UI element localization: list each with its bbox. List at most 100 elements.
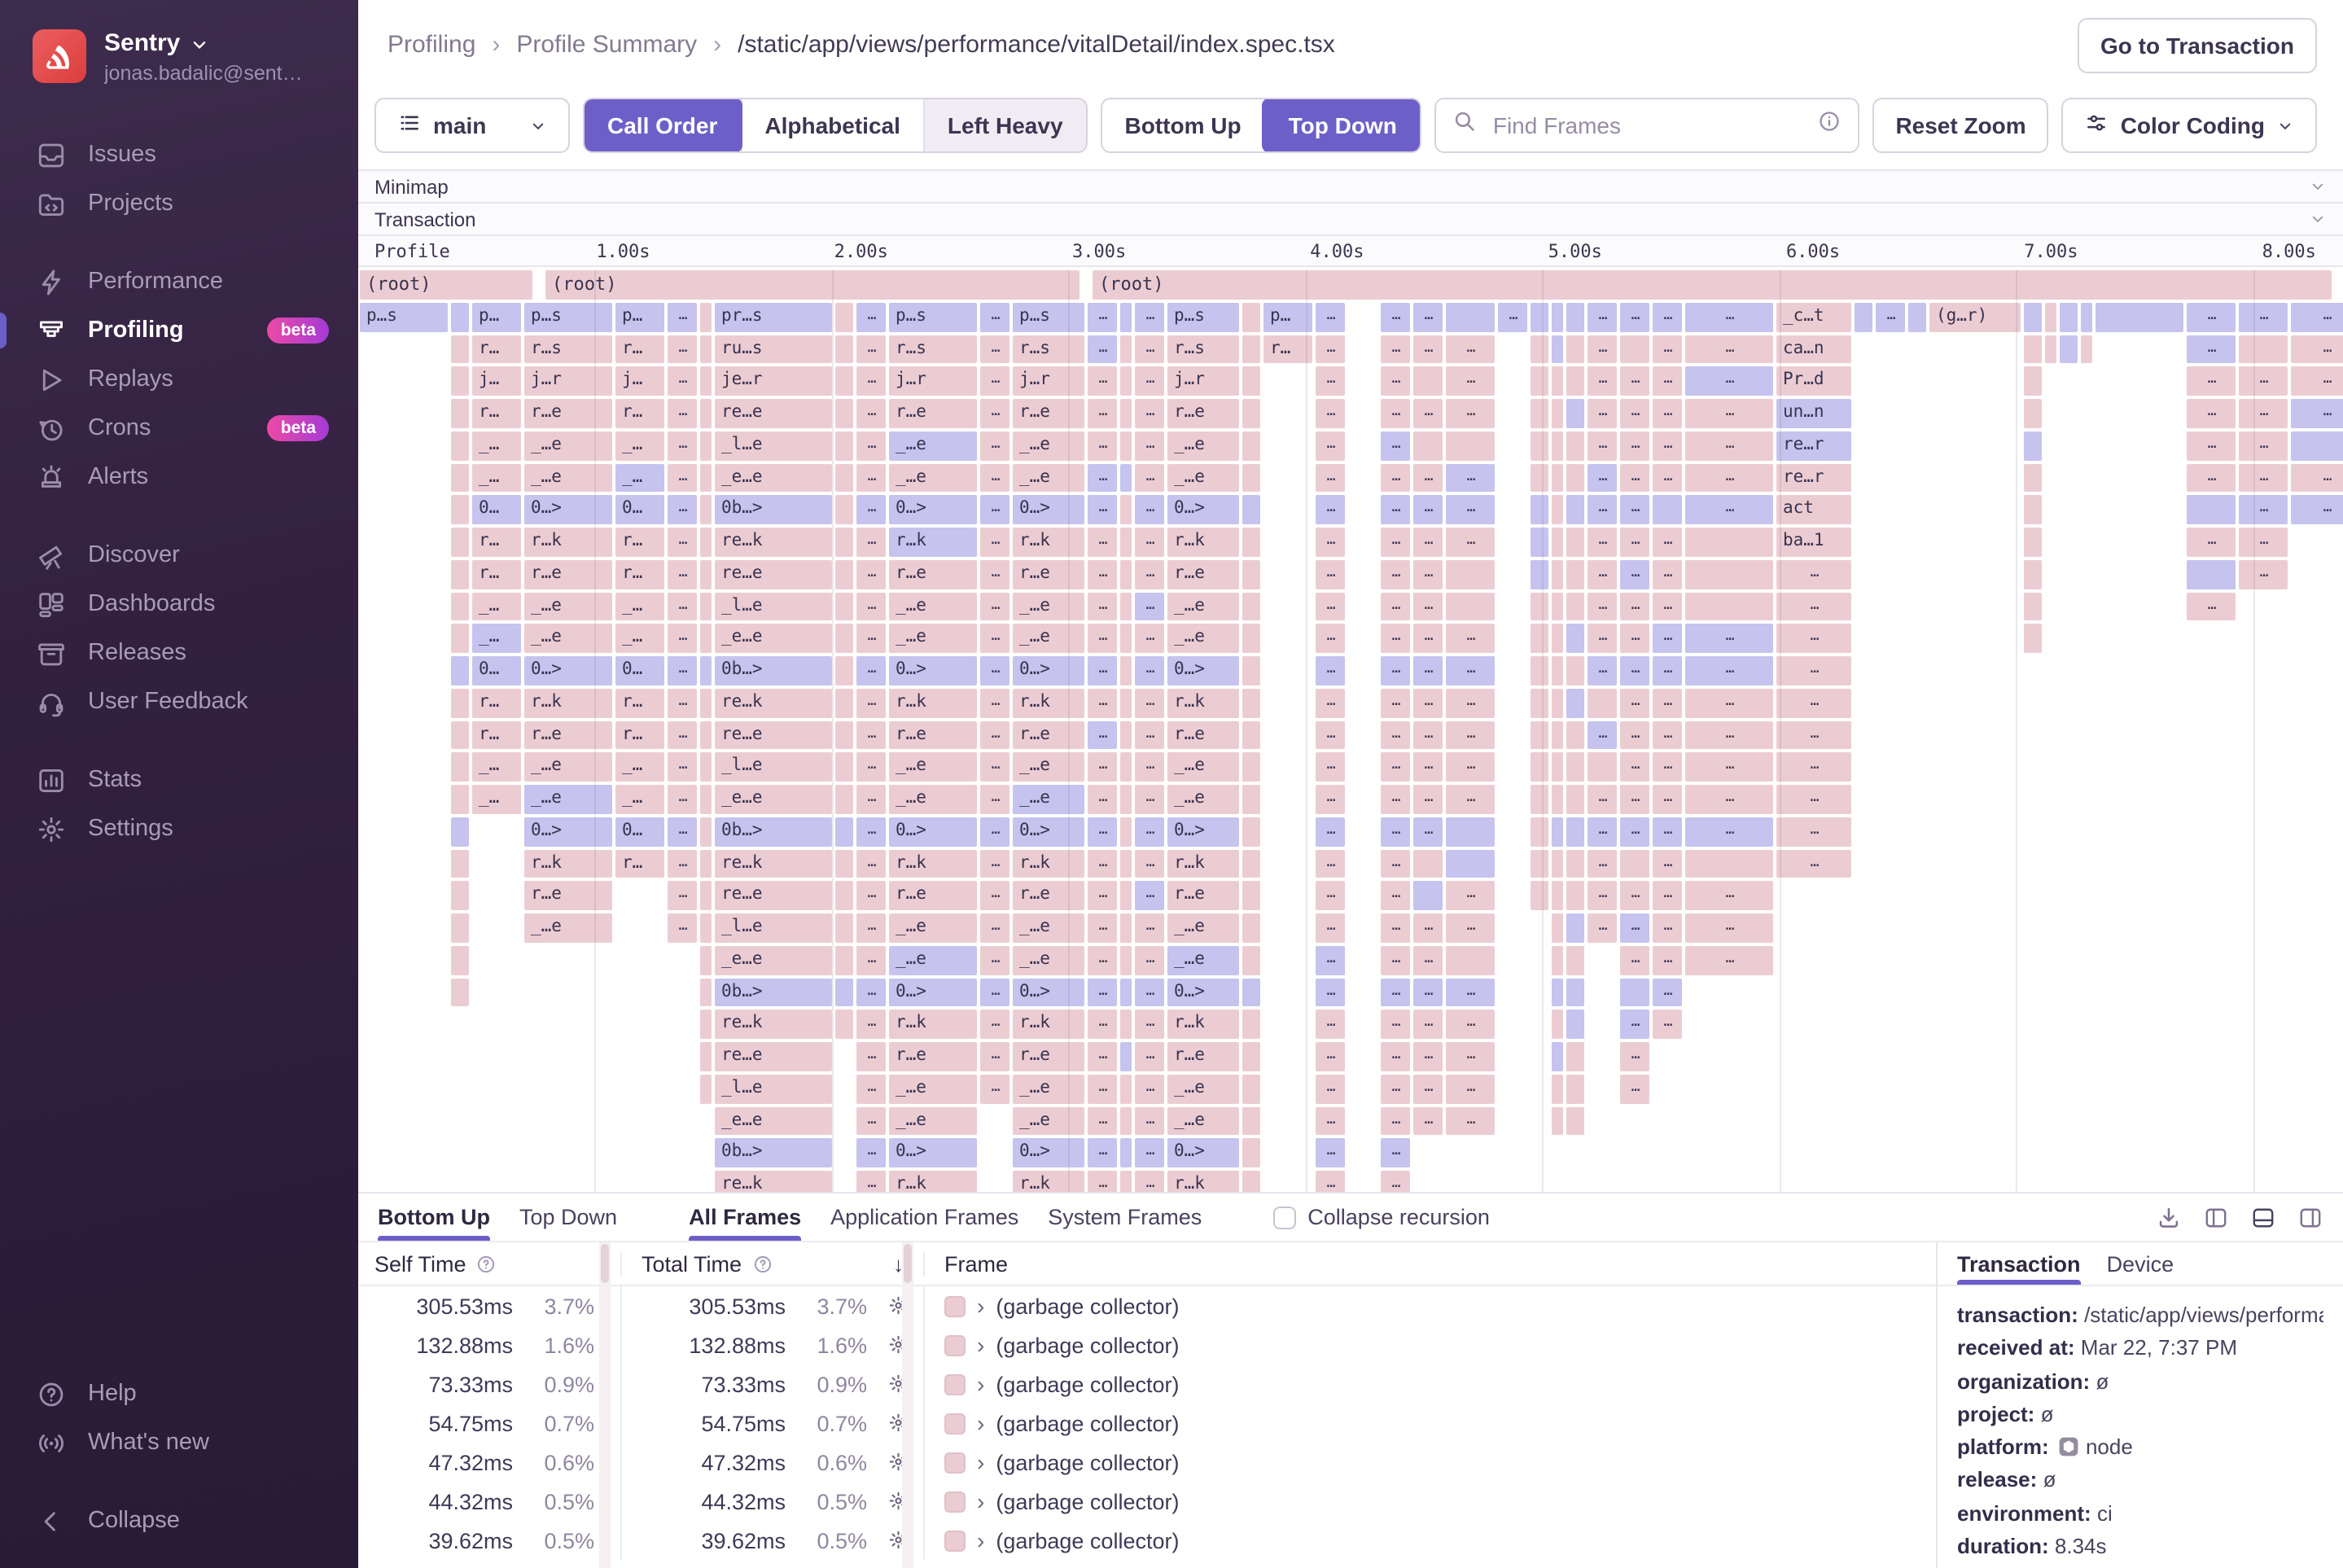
flame-frame[interactable]: … (1381, 528, 1410, 557)
go-to-transaction-button[interactable]: Go to Transaction (2078, 17, 2317, 72)
flame-frame[interactable]: … (2291, 367, 2343, 396)
flame-frame[interactable] (1620, 978, 1649, 1007)
flame-frame[interactable]: … (856, 1010, 886, 1040)
flame-frame[interactable]: r…e (889, 1042, 977, 1071)
flame-frame[interactable]: … (1685, 367, 1773, 396)
flame-frame[interactable]: _… (615, 592, 664, 621)
flame-frame[interactable]: … (1413, 978, 1443, 1007)
flame-frame[interactable]: … (1135, 689, 1164, 718)
flame-frame[interactable] (2024, 399, 2042, 428)
flame-frame[interactable]: … (1653, 817, 1682, 847)
flame-frame[interactable]: … (1653, 303, 1682, 332)
flame-frame[interactable] (835, 753, 853, 782)
flame-frame[interactable]: 0…> (1013, 496, 1084, 525)
flame-frame[interactable]: _…e (1167, 463, 1239, 493)
flame-frame[interactable]: … (1088, 431, 1117, 461)
flame-frame[interactable] (2096, 303, 2183, 332)
flame-frame[interactable]: … (856, 817, 886, 847)
flame-frame[interactable]: … (1620, 656, 1649, 685)
flame-frame[interactable] (1242, 335, 1260, 364)
frame-cell[interactable]: ›(garbage collector) (925, 1482, 1936, 1521)
flame-frame[interactable] (1120, 431, 1132, 461)
flame-frame[interactable]: … (980, 399, 1009, 428)
flame-frame[interactable]: … (980, 1010, 1009, 1040)
flame-frame[interactable]: … (1135, 1010, 1164, 1040)
flame-frame[interactable] (700, 656, 712, 685)
flame-frame[interactable]: … (1653, 624, 1682, 654)
flame-frame[interactable]: … (1413, 913, 1443, 943)
chevron-right-icon[interactable]: › (977, 1527, 984, 1553)
flame-frame[interactable]: _…e (1167, 592, 1239, 621)
flame-frame[interactable] (1566, 978, 1584, 1007)
flame-frame[interactable]: … (1620, 431, 1649, 461)
flame-frame[interactable]: … (2239, 463, 2288, 493)
flame-frame[interactable] (835, 624, 853, 654)
frame-settings-gear-icon[interactable] (887, 1413, 909, 1434)
flame-frame[interactable]: j…r (524, 367, 612, 396)
flame-frame[interactable] (1531, 303, 1548, 332)
flame-frame[interactable] (835, 528, 853, 557)
flame-frame[interactable]: _…e (889, 785, 977, 814)
flame-frame[interactable]: … (856, 785, 886, 814)
flame-frame[interactable] (835, 817, 853, 847)
flame-frame[interactable]: … (1413, 335, 1443, 364)
flame-frame[interactable]: r… (615, 689, 664, 718)
flame-frame[interactable] (1531, 882, 1548, 911)
flame-frame[interactable] (1552, 946, 1563, 975)
flame-frame[interactable]: … (1381, 399, 1410, 428)
flame-frame[interactable] (1242, 1042, 1260, 1071)
flame-frame[interactable] (835, 720, 853, 750)
flame-frame[interactable] (1413, 431, 1443, 461)
download-icon[interactable] (2156, 1204, 2182, 1230)
flame-frame[interactable] (1242, 913, 1260, 943)
flame-frame[interactable]: … (1088, 496, 1117, 525)
flame-frame[interactable] (1531, 528, 1548, 557)
flame-frame[interactable] (1566, 946, 1584, 975)
flame-frame[interactable]: … (1653, 689, 1682, 718)
flame-frame[interactable]: 0…> (1013, 978, 1084, 1007)
flame-frame[interactable]: 0… (472, 496, 521, 525)
flame-frame[interactable] (1531, 335, 1548, 364)
flame-frame[interactable]: … (1316, 528, 1345, 557)
flame-frame[interactable]: … (1316, 753, 1345, 782)
flame-frame[interactable]: _…e (889, 1106, 977, 1136)
flame-frame[interactable] (451, 689, 469, 718)
flame-frame[interactable]: … (1088, 335, 1117, 364)
flame-frame[interactable]: … (1381, 1106, 1410, 1136)
flame-frame[interactable]: … (1135, 592, 1164, 621)
flame-frame[interactable]: … (856, 656, 886, 685)
flame-frame[interactable]: … (1588, 560, 1617, 589)
flame-frame[interactable]: … (668, 913, 697, 943)
tab-bottom-up[interactable]: Bottom Up (378, 1194, 490, 1241)
flame-frame[interactable]: … (1620, 946, 1649, 975)
flame-frame[interactable] (1242, 689, 1260, 718)
flame-frame[interactable]: … (1135, 978, 1164, 1007)
flame-frame[interactable] (1552, 849, 1563, 878)
flame-frame[interactable] (835, 849, 853, 878)
flame-frame[interactable]: … (980, 913, 1009, 943)
flame-frame[interactable]: … (1135, 913, 1164, 943)
flame-frame[interactable] (1120, 1042, 1132, 1071)
flame-frame[interactable]: re…k (715, 849, 832, 878)
flame-frame[interactable]: … (1685, 689, 1773, 718)
flame-frame[interactable] (1242, 1171, 1260, 1192)
flame-frame[interactable]: … (980, 1075, 1009, 1104)
flame-frame[interactable]: _…e (1013, 1075, 1084, 1104)
flame-frame[interactable]: … (1135, 753, 1164, 782)
reset-zoom-button[interactable]: Reset Zoom (1872, 98, 2048, 153)
flame-frame[interactable] (1552, 367, 1563, 396)
flame-frame[interactable] (1120, 978, 1132, 1007)
flame-frame[interactable]: … (1088, 785, 1117, 814)
flame-frame[interactable] (1242, 882, 1260, 911)
flame-frame[interactable]: … (1620, 528, 1649, 557)
flame-frame[interactable] (1552, 560, 1563, 589)
flame-frame[interactable]: r… (615, 399, 664, 428)
flame-frame[interactable] (1120, 528, 1132, 557)
flame-frame[interactable]: … (1135, 367, 1164, 396)
flame-frame[interactable]: … (856, 335, 886, 364)
flame-frame[interactable] (1446, 303, 1495, 332)
flame-frame[interactable]: … (1135, 463, 1164, 493)
flame-frame[interactable]: _…e (889, 1075, 977, 1104)
flame-frame[interactable] (700, 817, 712, 847)
flame-frame[interactable] (1242, 624, 1260, 654)
